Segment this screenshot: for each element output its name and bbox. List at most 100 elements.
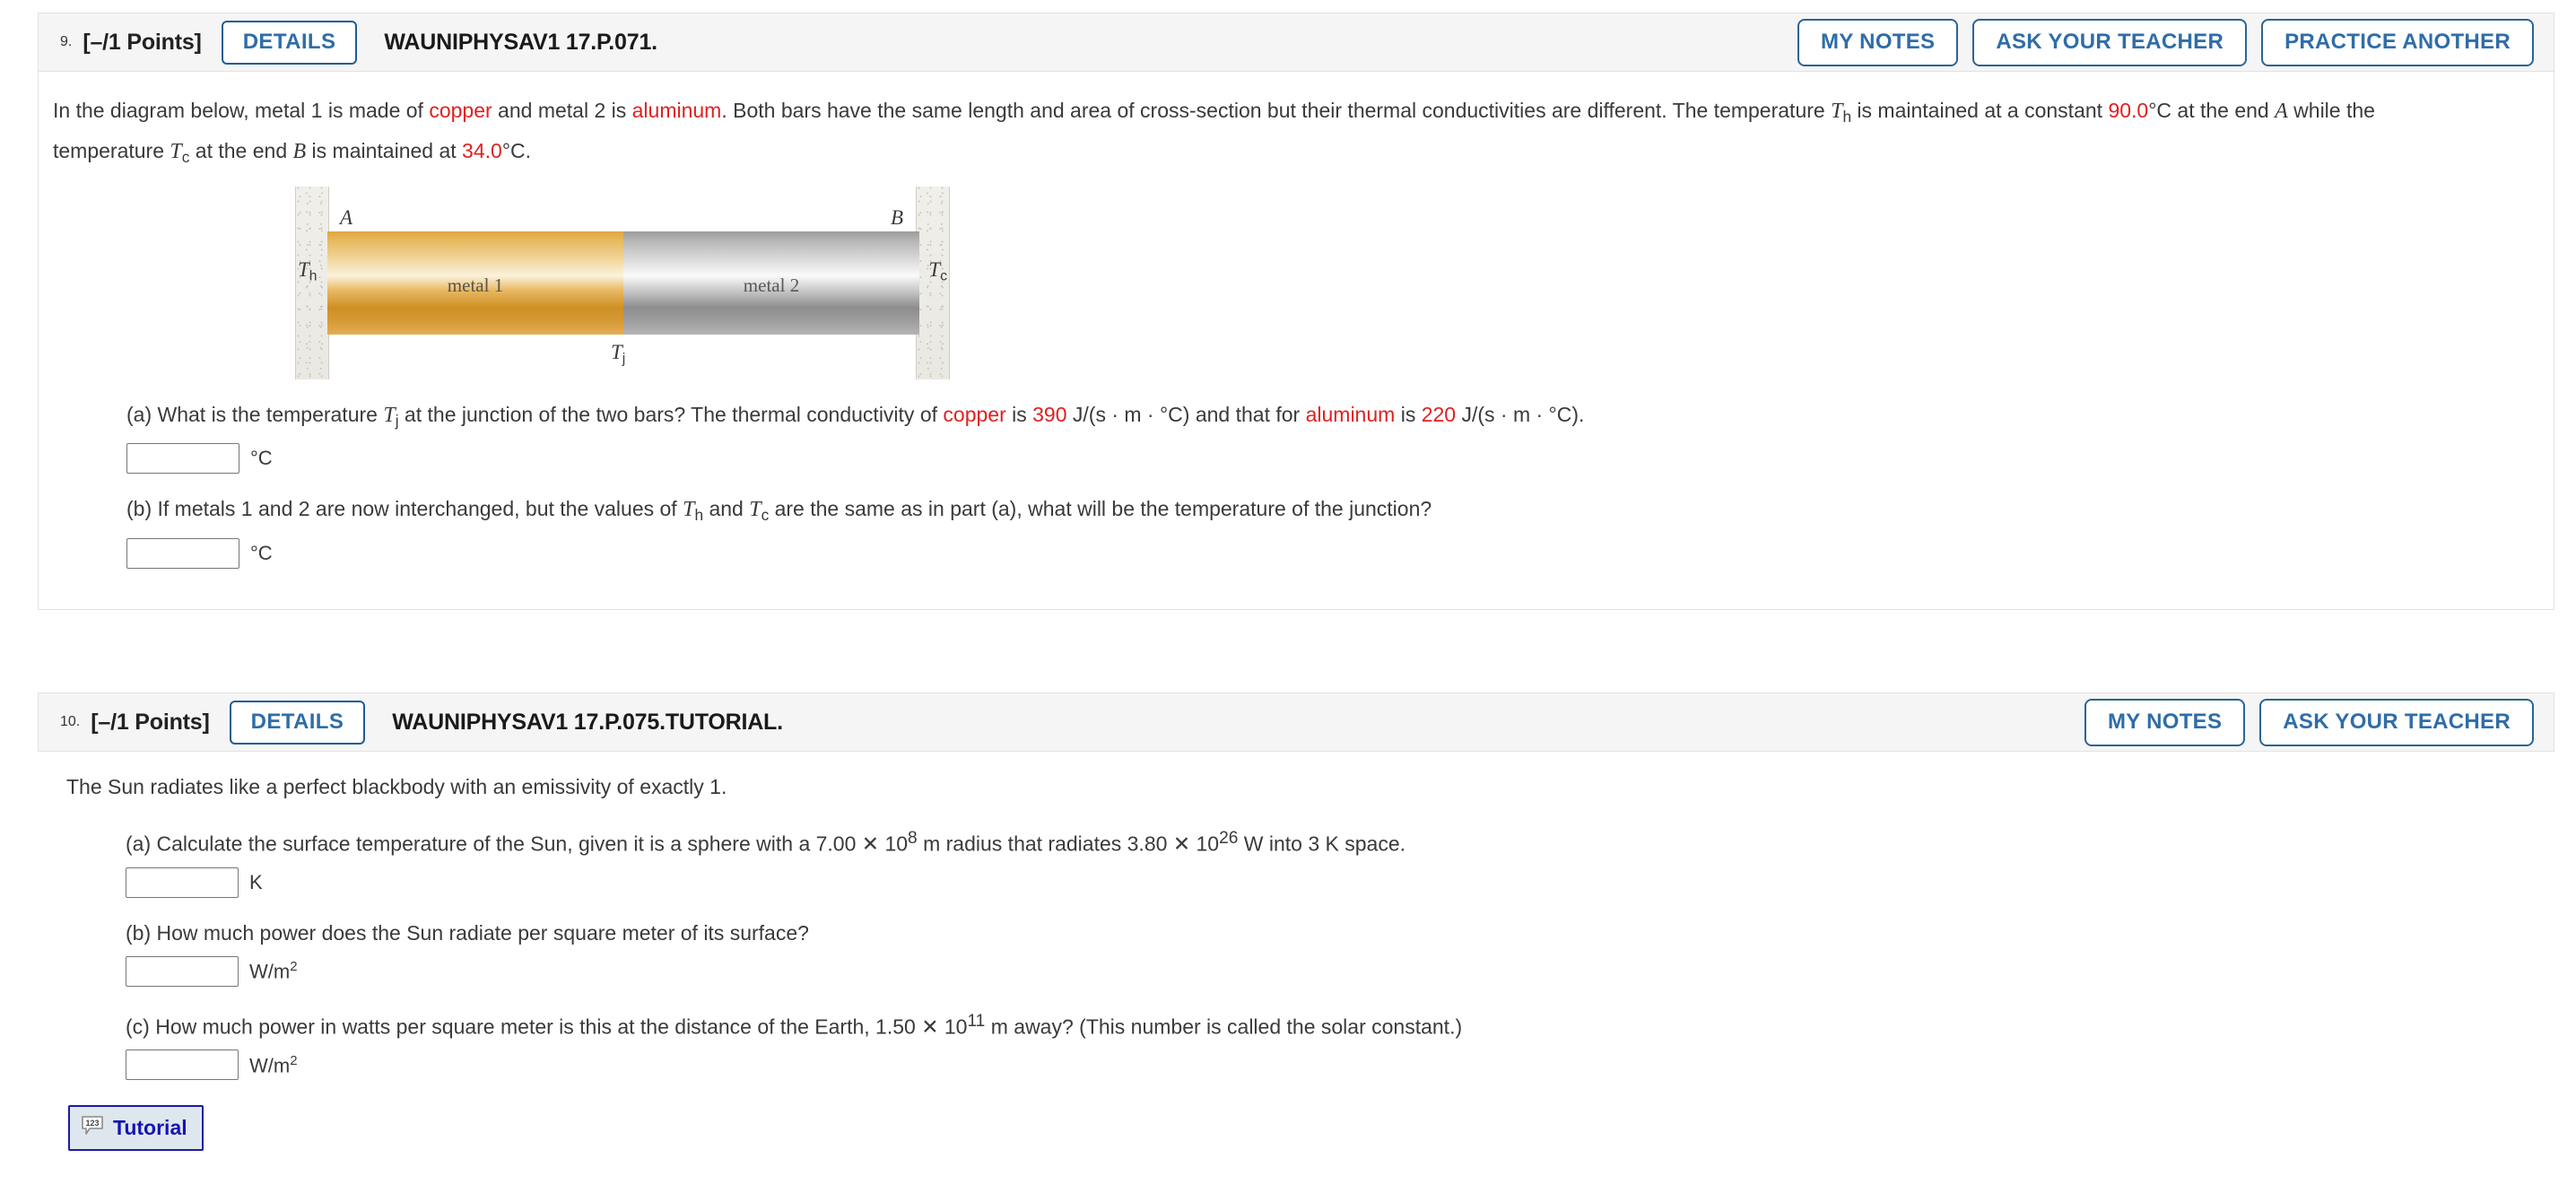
part-10a-p4: 10 (1190, 832, 1220, 856)
part-10a-exp-2: 26 (1219, 829, 1239, 848)
part-a-k-aluminum: 220 (1421, 402, 1457, 426)
assignment-page: 9. [–/1 Points] DETAILS WAUNIPHYSAV1 17.… (0, 0, 2576, 1202)
diagram-label-Tj: Tj (611, 341, 625, 368)
answer-input-9a[interactable] (126, 443, 239, 475)
part-a-k-copper: 390 (1032, 402, 1067, 426)
stem-end-A: A (2275, 100, 2288, 123)
diagram-label-Th: Th (298, 258, 318, 285)
part-10c-p2: 10 (938, 1015, 968, 1039)
question-10-body: The Sun radiates like a perfect blackbod… (38, 752, 2554, 1161)
part-b-Tc-base: T (749, 498, 761, 522)
unit-label-9a: °C (250, 447, 273, 470)
stem-text-8: is maintained at (306, 138, 463, 162)
question-9-number: 9. (60, 34, 73, 49)
part-b-Th-sub: h (694, 506, 704, 525)
stem-Th-sub: h (1842, 107, 1852, 126)
details-button-10[interactable]: DETAILS (229, 700, 366, 745)
metal-1-label: metal 1 (447, 274, 504, 296)
part-10c-times-1: ✕ (921, 1015, 939, 1039)
details-button-9[interactable]: DETAILS (221, 20, 358, 65)
diagram-Th-sub: h (309, 268, 318, 284)
part-10b-answer-row: W/m2 (52, 955, 2546, 987)
part-10a-p5: W into 3 K space. (1238, 832, 1406, 856)
part-a-mid-2: is (1005, 402, 1033, 426)
metal-2-bar: metal 2 (623, 231, 919, 335)
part-a-mid-1: at the junction of the two bars? The the… (398, 402, 944, 426)
diagram-Th-base: T (298, 257, 309, 281)
question-10-points: [–/1 Points] (91, 709, 210, 735)
unit-label-9b: °C (250, 542, 273, 565)
my-notes-button-9[interactable]: MY NOTES (1797, 18, 1959, 66)
question-10-code: WAUNIPHYSAV1 17.P.075.TUTORIAL. (392, 709, 783, 735)
part-10b-text: (b) How much power does the Sun radiate … (126, 920, 809, 945)
answer-input-10c[interactable] (126, 1050, 239, 1081)
unit-10b-base: W/m (249, 960, 291, 983)
part-a-answer-row: °C (53, 443, 2545, 475)
question-card-10: 10. [–/1 Points] DETAILS WAUNIPHYSAV1 17… (38, 692, 2554, 1161)
metal-1-bar: metal 1 (327, 231, 623, 335)
part-b-prefix: (b) If metals 1 and 2 are now interchang… (126, 497, 683, 521)
diagram-Tc-base: T (928, 257, 941, 281)
unit-label-10a: K (249, 870, 263, 893)
question-9-body: In the diagram below, metal 1 is made of… (38, 72, 2554, 610)
part-a-text: (a) What is the temperature Tj at the ju… (53, 399, 2545, 436)
metal-2-label: metal 2 (743, 274, 800, 296)
part-10a-p1: (a) Calculate the surface temperature of… (126, 832, 862, 856)
question-9-header: 9. [–/1 Points] DETAILS WAUNIPHYSAV1 17.… (38, 13, 2554, 72)
stem-text-9: °C. (501, 138, 532, 162)
ask-your-teacher-button-10[interactable]: ASK YOUR TEACHER (2259, 698, 2534, 746)
diagram-label-B: B (890, 205, 903, 229)
answer-input-10b[interactable] (126, 955, 239, 987)
ask-your-teacher-button-9[interactable]: ASK YOUR TEACHER (1972, 18, 2248, 66)
part-10c-answer-row: W/m2 (52, 1050, 2546, 1081)
part-b-Th-base: T (683, 498, 695, 522)
part-b-mid-1: and (703, 497, 750, 521)
unit-10b-exp: 2 (290, 958, 298, 974)
part-10a-times-2: ✕ (1172, 832, 1191, 856)
part-10c-p3: m away? (This number is called the solar… (985, 1015, 1463, 1039)
question-10-header: 10. [–/1 Points] DETAILS WAUNIPHYSAV1 17… (38, 692, 2554, 752)
tutorial-button[interactable]: 123 Tutorial (68, 1105, 204, 1152)
123-speech-bubble-icon: 123 (81, 1115, 104, 1141)
part-a-copper: copper (943, 402, 1006, 426)
diagram-Tj-base: T (611, 340, 622, 363)
practice-another-button-9[interactable]: PRACTICE ANOTHER (2261, 18, 2534, 66)
stem-text-3: . Both bars have the same length and are… (721, 99, 1832, 122)
part-10a-times-1: ✕ (861, 832, 880, 856)
part-10c-p1: (c) How much power in watts per square m… (126, 1015, 922, 1039)
part-a-mid-4: is (1395, 402, 1422, 426)
stem-hot-temp: 90.0 (2108, 99, 2149, 122)
two-bar-conduction-diagram: metal 1 metal 2 A B Th Tc Tj (295, 186, 950, 379)
unit-10c-base: W/m (249, 1053, 291, 1076)
part-a-Tj-base: T (383, 403, 396, 427)
part-b-answer-row: °C (53, 538, 2545, 570)
question-10-part-a: (a) Calculate the surface temperature of… (52, 823, 2546, 898)
stem-text-2: and metal 2 is (492, 99, 632, 122)
diagram-Tj-sub: j (622, 351, 626, 367)
question-9-points: [–/1 Points] (83, 29, 202, 55)
part-10a-text: (a) Calculate the surface temperature of… (52, 823, 2546, 859)
part-a-suffix: J/(s · m · °C). (1456, 402, 1585, 426)
stem-text-7: at the end (189, 138, 293, 162)
part-10c-exp-1: 11 (967, 1011, 986, 1031)
unit-label-10c: W/m2 (249, 1053, 298, 1076)
question-10-part-b: (b) How much power does the Sun radiate … (52, 918, 2546, 987)
diagram-Tc-sub: c (940, 268, 947, 284)
part-10a-p2: 10 (879, 832, 909, 856)
stem-cold-temp: 34.0 (462, 138, 502, 162)
stem-symbol-Tc: Tc (170, 139, 189, 166)
stem-aluminum-1: aluminum (631, 99, 722, 122)
question-9-part-b: (b) If metals 1 and 2 are now interchang… (53, 493, 2545, 570)
part-a-mid-3: J/(s · m · °C) and that for (1066, 402, 1306, 426)
svg-text:123: 123 (85, 1119, 99, 1128)
stem-Tc-base: T (170, 139, 182, 163)
part-10a-answer-row: K (52, 867, 2546, 898)
stem-text-5: °C at the end (2148, 99, 2276, 122)
question-card-9: 9. [–/1 Points] DETAILS WAUNIPHYSAV1 17.… (38, 13, 2554, 610)
part-a-prefix: (a) What is the temperature (126, 402, 384, 426)
answer-input-10a[interactable] (126, 867, 239, 898)
answer-input-9b[interactable] (126, 538, 239, 570)
my-notes-button-10[interactable]: MY NOTES (2084, 698, 2246, 746)
part-a-symbol-Tj: Tj (383, 403, 398, 430)
diagram-label-Tc: Tc (928, 258, 947, 285)
